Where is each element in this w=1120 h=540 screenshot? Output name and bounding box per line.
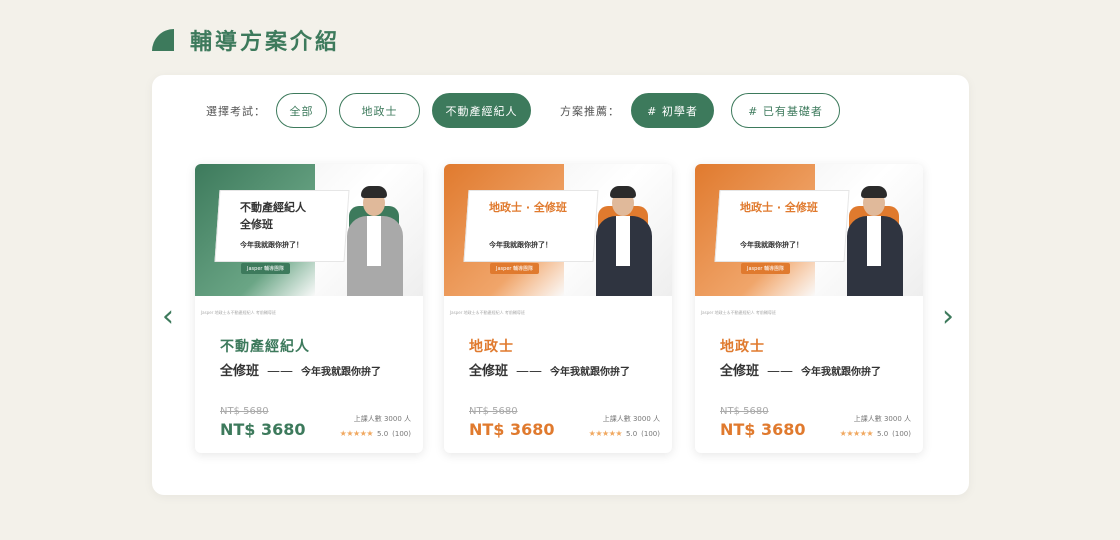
plans-panel: 選擇考試： 全部 地政士 不動產經紀人 方案推薦： # 初學者 # 已有基礎者 … <box>152 75 969 495</box>
review-count: (100) <box>392 429 411 438</box>
banner-tag: Jasper 輔導團隊 <box>490 263 540 274</box>
review-count: (100) <box>641 429 660 438</box>
plan-card[interactable]: 不動產經紀人 全修班 今年我就跟你拚了！ Jasper 輔導團隊 Jasper … <box>195 164 423 453</box>
plan-card[interactable]: 地政士 · 全修班 今年我就跟你拚了！ Jasper 輔導團隊 Jasper 地… <box>444 164 672 453</box>
filter-row: 選擇考試： 全部 地政士 不動產經紀人 方案推薦： # 初學者 # 已有基礎者 <box>152 93 969 129</box>
card-exam-name: 不動產經紀人 <box>220 339 310 355</box>
card-banner-image: 地政士 · 全修班 今年我就跟你拚了！ Jasper 輔導團隊 <box>444 164 672 296</box>
banner-tag: Jasper 輔導團隊 <box>741 263 791 274</box>
exam-filter-label: 選擇考試： <box>206 105 266 118</box>
course-slogan: 今年我就跟你拚了 <box>801 367 882 378</box>
new-price: NT$ 3680 <box>720 420 806 439</box>
card-course: 全修班 —— 今年我就跟你拚了 <box>720 360 881 379</box>
card-banner-image: 不動產經紀人 全修班 今年我就跟你拚了！ Jasper 輔導團隊 <box>195 164 423 296</box>
instructor-photo <box>835 186 915 296</box>
course-slogan: 今年我就跟你拚了 <box>301 367 382 378</box>
course-name: 全修班 <box>720 364 760 379</box>
exam-chip-all[interactable]: 全部 <box>276 93 327 128</box>
banner-title: 地政士 · 全修班 <box>740 201 818 214</box>
old-price: NT$ 5680 <box>469 406 518 417</box>
rating-score: 5.0 <box>626 429 638 438</box>
new-price: NT$ 3680 <box>220 420 306 439</box>
course-dash: —— <box>516 364 543 379</box>
banner-tag: Jasper 輔導團隊 <box>241 263 291 274</box>
rating-score: 5.0 <box>877 429 889 438</box>
banner-title: 地政士 · 全修班 <box>489 201 567 214</box>
card-exam-name: 地政士 <box>469 339 514 355</box>
instructor-photo <box>584 186 664 296</box>
banner-slogan: 今年我就跟你拚了！ <box>240 241 303 249</box>
card-banner-image: 地政士 · 全修班 今年我就跟你拚了！ Jasper 輔導團隊 <box>695 164 923 296</box>
course-dash: —— <box>267 364 294 379</box>
student-count: 上課人數 3000 人 <box>353 415 411 423</box>
section-header: 輔導方案介紹 <box>152 24 340 56</box>
card-course: 全修班 —— 今年我就跟你拚了 <box>220 360 381 379</box>
rating: ★★★★★ 5.0 (100) <box>589 429 660 438</box>
rating-score: 5.0 <box>377 429 389 438</box>
star-icons: ★★★★★ <box>339 429 374 438</box>
plan-chip-intermediate[interactable]: # 已有基礎者 <box>731 93 840 128</box>
course-name: 全修班 <box>220 364 260 379</box>
title-leaf-icon <box>152 29 174 51</box>
course-dash: —— <box>767 364 794 379</box>
card-exam-name: 地政士 <box>720 339 765 355</box>
rating: ★★★★★ 5.0 (100) <box>340 429 411 438</box>
exam-chip-land-agent[interactable]: 地政士 <box>339 93 420 128</box>
instructor-photo <box>335 186 415 296</box>
course-slogan: 今年我就跟你拚了 <box>550 367 631 378</box>
old-price: NT$ 5680 <box>720 406 769 417</box>
student-count: 上課人數 3000 人 <box>602 415 660 423</box>
prev-arrow-icon[interactable]: ‹ <box>162 299 174 334</box>
card-fine-print: Jasper 地政士＆不動產經紀人 考前輔導班 <box>201 310 276 315</box>
card-fine-print: Jasper 地政士＆不動產經紀人 考前輔導班 <box>450 310 525 315</box>
plan-filter-label: 方案推薦： <box>560 105 620 118</box>
card-fine-print: Jasper 地政士＆不動產經紀人 考前輔導班 <box>701 310 776 315</box>
plan-card[interactable]: 地政士 · 全修班 今年我就跟你拚了！ Jasper 輔導團隊 Jasper 地… <box>695 164 923 453</box>
exam-chip-real-estate-broker[interactable]: 不動產經紀人 <box>432 93 531 128</box>
plan-chip-beginner[interactable]: # 初學者 <box>631 93 714 128</box>
card-course: 全修班 —— 今年我就跟你拚了 <box>469 360 630 379</box>
student-count: 上課人數 3000 人 <box>853 415 911 423</box>
star-icons: ★★★★★ <box>839 429 874 438</box>
next-arrow-icon[interactable]: › <box>942 299 954 334</box>
section-title: 輔導方案介紹 <box>190 30 341 55</box>
rating: ★★★★★ 5.0 (100) <box>840 429 911 438</box>
old-price: NT$ 5680 <box>220 406 269 417</box>
banner-title: 不動產經紀人 全修班 <box>240 201 306 231</box>
new-price: NT$ 3680 <box>469 420 555 439</box>
course-name: 全修班 <box>469 364 509 379</box>
banner-slogan: 今年我就跟你拚了！ <box>489 241 552 249</box>
banner-slogan: 今年我就跟你拚了！ <box>740 241 803 249</box>
review-count: (100) <box>892 429 911 438</box>
star-icons: ★★★★★ <box>588 429 623 438</box>
